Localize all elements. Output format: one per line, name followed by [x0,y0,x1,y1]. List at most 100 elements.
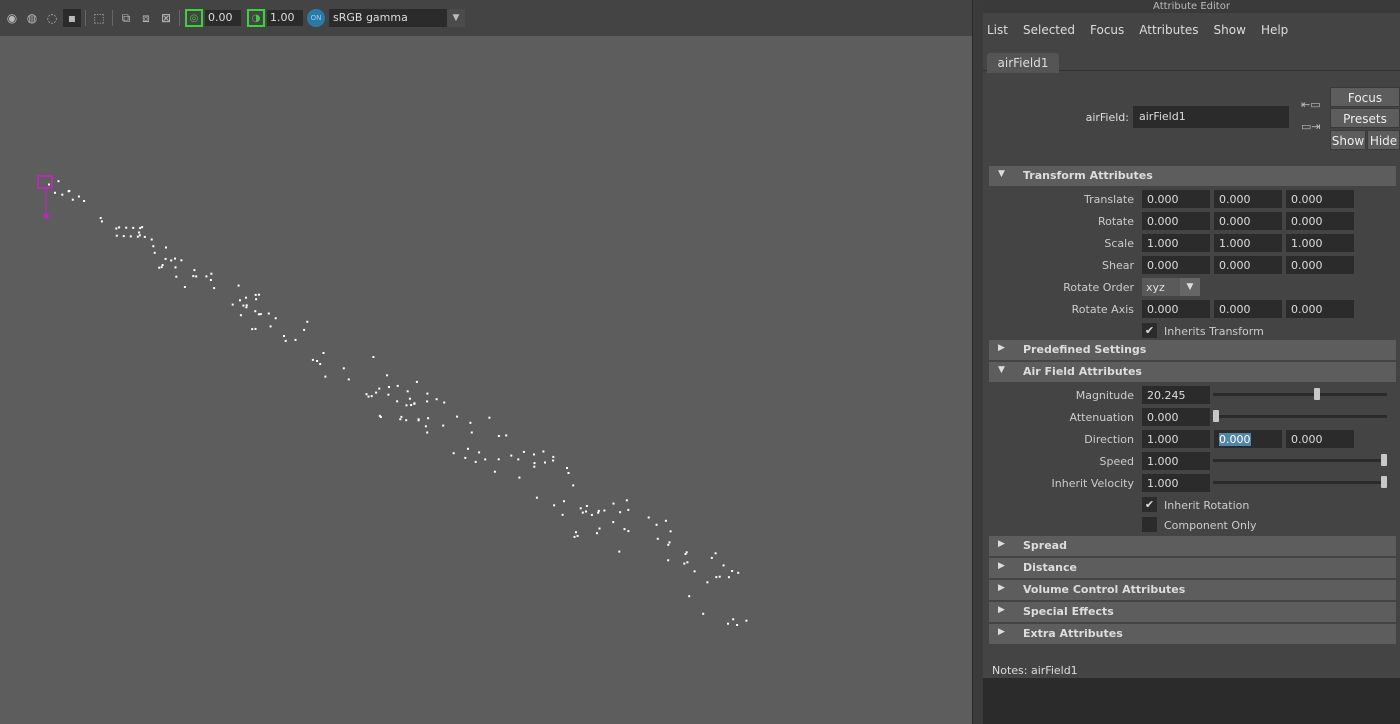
inherit-velocity-field[interactable]: 1.000 [1142,474,1210,492]
notes-textarea[interactable] [983,678,1400,724]
wireframe-icon[interactable]: ◌ [43,9,61,27]
show-button[interactable]: Show [1330,130,1366,150]
section-special-effects[interactable]: ▶ Special Effects [989,602,1396,622]
air-field-icon[interactable] [37,175,53,219]
exposure-field[interactable]: 0.00 [205,10,241,26]
inherit-velocity-slider[interactable] [1213,476,1387,488]
resolution-gate-icon[interactable]: ⧉ [117,9,135,27]
particle [518,476,521,479]
particle [370,395,373,398]
select-camera-icon[interactable]: ⬚ [90,9,108,27]
particle [399,418,402,421]
load-input-icon[interactable]: ⇤▭ [1301,98,1321,112]
chevron-down-icon[interactable]: ▼ [447,9,465,27]
particle [655,523,658,526]
translate-x-field[interactable]: 0.000 [1142,190,1210,208]
particle [143,235,146,238]
panel-splitter[interactable] [972,0,983,724]
particle [245,306,248,309]
layers-icon[interactable]: ◉ [3,9,21,27]
particle [533,465,536,468]
direction-x-field[interactable]: 1.000 [1142,430,1210,448]
particle [174,266,177,269]
section-transform-attributes[interactable]: ▼ Transform Attributes [989,166,1396,186]
menu-focus[interactable]: Focus [1090,23,1124,37]
speed-slider-handle[interactable] [1381,454,1387,466]
viewport-panel[interactable]: ◉ ◍ ◌ ▪ ⬚ ⧉ ⧈ ⊠ ◎ 0.00 ◑ 1.00 ON sRGB ga… [0,0,972,724]
collapsed-triangle-icon: ▶ [998,627,1005,637]
rotate-axis-x-field[interactable]: 0.000 [1142,300,1210,318]
rotate-x-field[interactable]: 0.000 [1142,212,1210,230]
exposure-toggle-icon[interactable]: ◎ [185,9,203,27]
component-only-checkbox[interactable] [1142,517,1157,532]
particle [563,500,565,503]
particle [254,327,257,330]
field-chart-icon[interactable]: ⊠ [157,9,175,27]
particle [667,559,670,562]
section-predefined-settings[interactable]: ▶ Predefined Settings [989,340,1396,360]
shear-y-field[interactable]: 0.000 [1214,256,1282,274]
rotate-z-field[interactable]: 0.000 [1286,212,1354,230]
section-title: Distance [1023,561,1077,574]
magnitude-slider[interactable] [1213,388,1387,400]
particle [576,534,579,537]
particle [598,527,601,530]
section-spread[interactable]: ▶ Spread [989,536,1396,556]
particle [596,532,598,535]
menu-show[interactable]: Show [1214,23,1246,37]
particle [745,619,748,622]
rotate-axis-y-field[interactable]: 0.000 [1214,300,1282,318]
translate-z-field[interactable]: 0.000 [1286,190,1354,208]
direction-z-field[interactable]: 0.000 [1286,430,1354,448]
rotate-order-dropdown[interactable]: xyz ▼ [1142,278,1200,296]
section-distance[interactable]: ▶ Distance [989,558,1396,578]
attenuation-slider[interactable] [1213,410,1387,422]
gate-mask-icon[interactable]: ⧈ [137,9,155,27]
gamma-toggle-icon[interactable]: ◑ [247,9,265,27]
particle [48,183,50,186]
particle [209,279,212,281]
inherit-rotation-checkbox[interactable]: ✔ [1142,497,1157,512]
menu-help[interactable]: Help [1261,23,1288,37]
particle [552,455,555,458]
node-name-field[interactable]: airField1 [1133,106,1289,128]
speed-slider[interactable] [1213,454,1387,466]
hide-button[interactable]: Hide [1367,130,1400,150]
load-output-icon[interactable]: ▭⇥ [1301,120,1321,134]
color-management-icon[interactable]: ON [307,9,325,27]
section-extra-attributes[interactable]: ▶ Extra Attributes [989,624,1396,644]
shaded-icon[interactable]: ▪ [63,9,81,27]
scale-z-field[interactable]: 1.000 [1286,234,1354,252]
inherit-velocity-slider-handle[interactable] [1381,476,1387,488]
section-volume-control-attributes[interactable]: ▶ Volume Control Attributes [989,580,1396,600]
rotate-y-field[interactable]: 0.000 [1214,212,1282,230]
attenuation-slider-handle[interactable] [1213,410,1219,422]
presets-button[interactable]: Presets [1330,108,1400,128]
attenuation-field[interactable]: 0.000 [1142,408,1210,426]
menu-list[interactable]: List [987,23,1008,37]
shear-z-field[interactable]: 0.000 [1286,256,1354,274]
inherits-transform-checkbox[interactable]: ✔ [1142,323,1157,338]
shear-x-field[interactable]: 0.000 [1142,256,1210,274]
rotate-axis-z-field[interactable]: 0.000 [1286,300,1354,318]
attribute-editor: Attribute Editor List Selected Focus Att… [983,0,1400,724]
gamma-field[interactable]: 1.00 [267,10,303,26]
speed-field[interactable]: 1.000 [1142,452,1210,470]
xray-icon[interactable]: ◍ [23,9,41,27]
focus-button[interactable]: Focus [1330,87,1400,107]
menu-attributes[interactable]: Attributes [1139,23,1198,37]
particle [118,226,121,229]
view-transform-select[interactable]: sRGB gamma ▼ [329,9,465,27]
magnitude-field[interactable]: 20.245 [1142,386,1210,404]
scale-x-field[interactable]: 1.000 [1142,234,1210,252]
section-air-field-attributes[interactable]: ▼ Air Field Attributes [989,362,1396,382]
translate-y-field[interactable]: 0.000 [1214,190,1282,208]
scale-y-field[interactable]: 1.000 [1214,234,1282,252]
direction-y-selected-text: 0.000 [1219,433,1251,446]
tab-airfield1[interactable]: airField1 [987,53,1059,73]
scene-view[interactable] [0,36,972,724]
particle [627,508,630,511]
magnitude-slider-handle[interactable] [1313,388,1320,400]
menu-selected[interactable]: Selected [1023,23,1075,37]
direction-y-field[interactable]: 0.000 [1214,430,1282,448]
